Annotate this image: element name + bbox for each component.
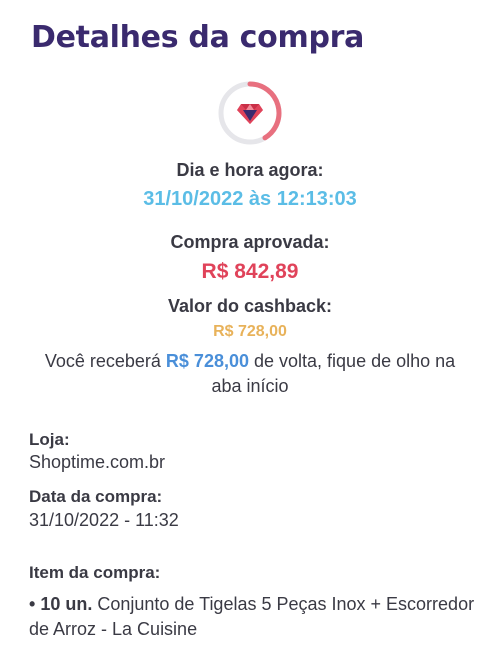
cashback-notice: Você receberá R$ 728,00 de volta, fique … bbox=[35, 349, 465, 399]
notice-prefix: Você receberá bbox=[44, 351, 166, 371]
cashback-status-gauge bbox=[217, 80, 283, 146]
purchase-item-label: Item da compra: bbox=[29, 563, 161, 582]
heart-gem-icon bbox=[237, 104, 263, 124]
purchase-date-value: 31/10/2022 - 11:32 bbox=[29, 510, 179, 530]
store-value: Shoptime.com.br bbox=[29, 452, 166, 472]
purchase-date-label: Data da compra: bbox=[29, 487, 163, 506]
approved-purchase-label: Compra aprovada: bbox=[170, 232, 330, 252]
store-label: Loja: bbox=[29, 430, 70, 449]
purchase-item: • 10 un. Conjunto de Tigelas 5 Peças Ino… bbox=[29, 592, 479, 642]
progress-ring bbox=[218, 81, 282, 145]
item-quantity: 10 un. bbox=[40, 594, 93, 614]
approved-purchase-amount: R$ 842,89 bbox=[201, 260, 299, 283]
cashback-label: Valor do cashback: bbox=[167, 296, 333, 316]
notice-amount: R$ 728,00 bbox=[165, 351, 249, 371]
cashback-amount: R$ 728,00 bbox=[213, 323, 287, 340]
notice-suffix: de volta, fique de olho na aba início bbox=[211, 351, 456, 396]
item-bullet: • bbox=[29, 594, 36, 614]
current-datetime-label: Dia e hora agora: bbox=[176, 160, 324, 180]
item-name: Conjunto de Tigelas 5 Peças Inox + Escor… bbox=[29, 594, 475, 639]
page-title: Detalhes da compra bbox=[31, 20, 365, 55]
current-datetime-value: 31/10/2022 às 12:13:03 bbox=[143, 188, 357, 210]
